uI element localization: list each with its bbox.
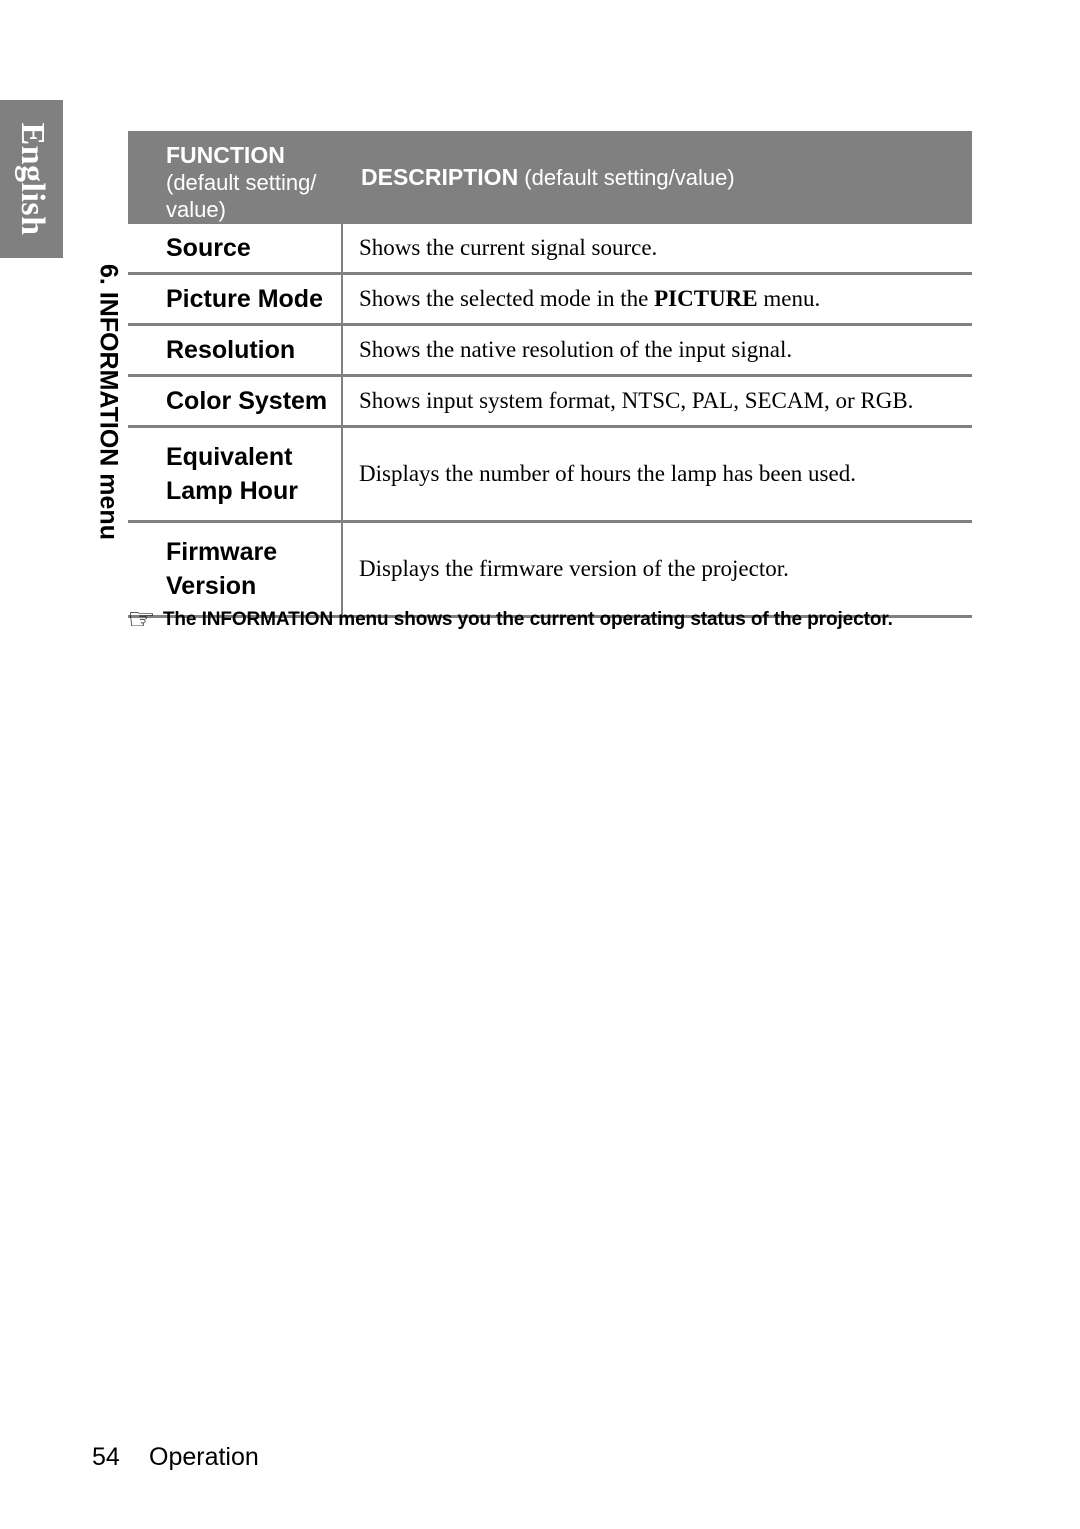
table-row: Resolution Shows the native resolution o… <box>128 326 972 377</box>
description-text-pre: Displays the firmware version of the pro… <box>359 556 789 581</box>
table-header-row: FUNCTION (default setting/ value) DESCRI… <box>128 131 972 224</box>
footer-section-name: Operation <box>149 1443 259 1471</box>
description-text-pre: Shows the current signal source. <box>359 235 658 260</box>
table-cell-description: Shows the selected mode in the PICTURE m… <box>343 275 972 323</box>
function-name: Source <box>166 234 251 262</box>
table-cell-function: Resolution <box>128 326 343 374</box>
function-column-subtitle-line2: value) <box>166 197 226 222</box>
table-cell-description: Displays the firmware version of the pro… <box>343 523 972 615</box>
table-row: Picture Mode Shows the selected mode in … <box>128 275 972 326</box>
function-column-subtitle-line1: (default setting/ <box>166 170 317 195</box>
function-column-title: FUNCTION <box>166 142 285 168</box>
language-tab-label: English <box>13 122 51 236</box>
table-cell-function: Equivalent Lamp Hour <box>128 428 343 520</box>
description-text-pre: Shows input system format, NTSC, PAL, SE… <box>359 388 914 413</box>
pointing-hand-icon: ☞ <box>127 603 156 636</box>
description-text-pre: Shows the selected mode in the <box>359 286 655 311</box>
table-cell-description: Shows input system format, NTSC, PAL, SE… <box>343 377 972 425</box>
function-name: Picture Mode <box>166 285 323 313</box>
table-cell-description: Shows the current signal source. <box>343 224 972 272</box>
table-cell-function: Source <box>128 224 343 272</box>
table-cell-function: Picture Mode <box>128 275 343 323</box>
function-name: Equivalent Lamp Hour <box>166 443 298 505</box>
table-body: Source Shows the current signal source. … <box>128 224 972 618</box>
table-cell-function: Color System <box>128 377 343 425</box>
note-callout: ☞ The INFORMATION menu shows you the cur… <box>127 603 988 636</box>
information-menu-table: FUNCTION (default setting/ value) DESCRI… <box>128 131 972 618</box>
language-tab: English <box>0 100 63 258</box>
function-name: Firmware Version <box>166 538 278 600</box>
table-row: Source Shows the current signal source. <box>128 224 972 275</box>
description-column-title: DESCRIPTION <box>361 164 519 190</box>
function-name: Color System <box>166 387 328 415</box>
page-footer: 54 Operation <box>92 1443 259 1472</box>
table-header-description: DESCRIPTION (default setting/value) <box>343 131 972 224</box>
note-text: The INFORMATION menu shows you the curre… <box>162 609 893 630</box>
table-cell-description: Displays the number of hours the lamp ha… <box>343 428 972 520</box>
function-name: Resolution <box>166 336 296 364</box>
table-row: Color System Shows input system format, … <box>128 377 972 428</box>
section-label: 6. INFORMATION menu <box>86 237 130 567</box>
section-label-text: 6. INFORMATION menu <box>94 264 123 540</box>
description-text-post: menu. <box>757 286 821 311</box>
table-header-function: FUNCTION (default setting/ value) <box>128 131 343 224</box>
page-number: 54 <box>92 1443 120 1471</box>
table-cell-description: Shows the native resolution of the input… <box>343 326 972 374</box>
table-row: Equivalent Lamp Hour Displays the number… <box>128 428 972 523</box>
table-row: Firmware Version Displays the firmware v… <box>128 523 972 615</box>
description-text-pre: Shows the native resolution of the input… <box>359 337 793 362</box>
table-cell-function: Firmware Version <box>128 523 343 615</box>
description-text-emphasis: PICTURE <box>654 286 758 311</box>
description-text-pre: Displays the number of hours the lamp ha… <box>359 461 856 486</box>
description-column-subtitle: (default setting/value) <box>518 165 735 190</box>
